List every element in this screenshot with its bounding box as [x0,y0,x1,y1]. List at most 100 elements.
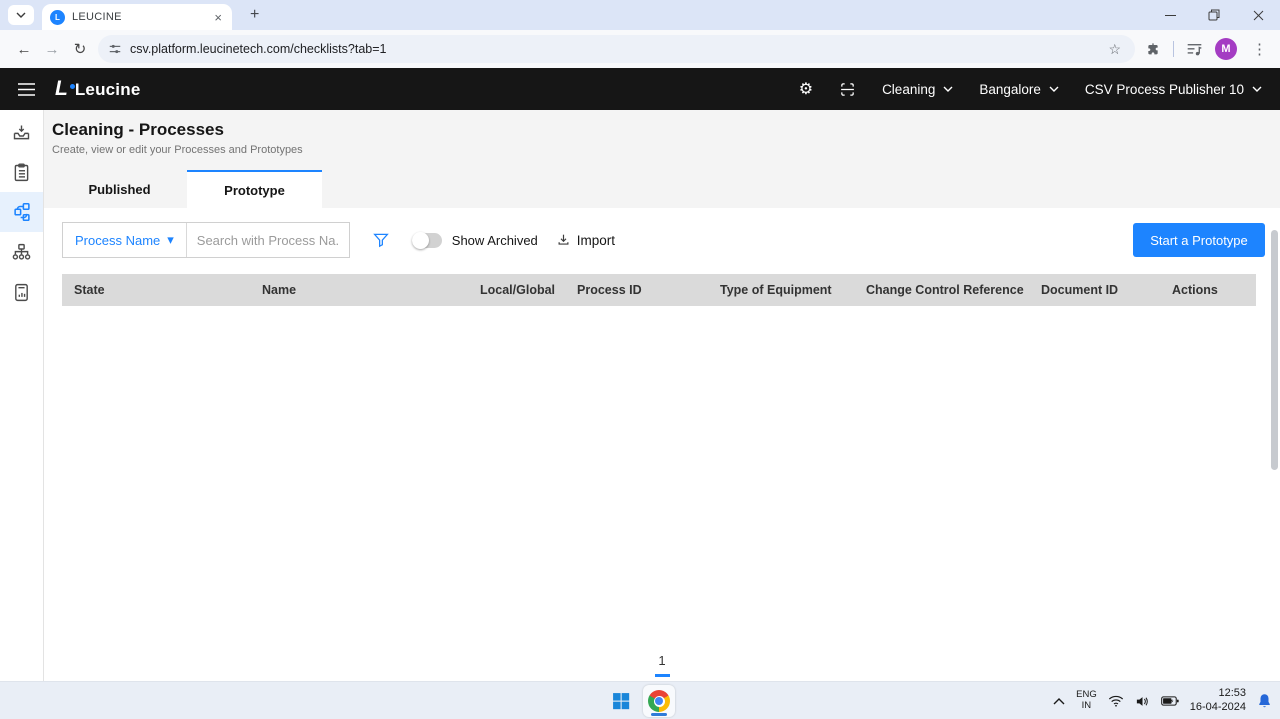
tab-prototype[interactable]: Prototype [187,170,322,208]
checklist-icon [11,162,32,183]
toggle-knob [412,232,429,249]
browser-tabstrip: L LEUCINE × + [0,0,1280,30]
table-toolbar: Process Name ▾ Show Archived Import [62,222,1265,258]
extensions-icon[interactable] [1145,41,1161,57]
chrome-icon [648,690,670,712]
clock[interactable]: 12:53 16-04-2024 [1190,687,1246,715]
table-panel: Process Name ▾ Show Archived Import [44,208,1280,681]
process-flow-icon [11,201,33,223]
new-tab-button[interactable]: + [246,6,263,24]
wifi-icon[interactable] [1108,695,1124,707]
start-prototype-button[interactable]: Start a Prototype [1133,223,1265,257]
app-logo: L Leucine [55,77,140,101]
search-input[interactable] [187,223,349,257]
column-header: Document ID [1041,283,1172,297]
app-header-right: ⚙ Cleaning Bangalore CSV Process Publish… [799,79,1262,99]
chevron-down-icon [16,12,26,18]
main-area: Cleaning - Processes Create, view or edi… [0,110,1280,681]
scan-icon[interactable] [839,81,856,98]
tray-expand-icon[interactable] [1053,698,1065,705]
page-subtitle: Create, view or edit your Processes and … [52,144,1280,156]
bookmark-star-icon[interactable]: ☆ [1104,41,1125,58]
page-content: Cleaning - Processes Create, view or edi… [44,110,1280,681]
use-case-dropdown[interactable]: Cleaning [882,82,953,97]
tab-published[interactable]: Published [52,170,187,208]
minimize-icon [1165,10,1176,21]
close-tab-icon[interactable]: × [212,10,224,25]
reload-button[interactable]: ↻ [66,35,94,63]
toolbar-right: M ⋮ [1145,38,1270,60]
window-controls [1148,0,1280,30]
sidebar-item-inbox[interactable] [0,112,43,152]
facility-dropdown[interactable]: Bangalore [979,82,1059,97]
back-button[interactable]: ← [10,35,38,63]
system-tray: ENG IN 12:53 16-04-2024 [1053,682,1272,719]
column-header: State [62,283,262,297]
settings-gear-icon[interactable]: ⚙ [799,79,813,99]
sidebar-item-reports[interactable] [0,272,43,312]
import-download-icon [556,232,571,248]
language-indicator[interactable]: ENG IN [1076,690,1097,712]
search-combo: Process Name ▾ [62,222,350,258]
app-header: L Leucine ⚙ Cleaning Bangalore CSV Proce… [0,68,1280,110]
start-button[interactable] [605,685,637,717]
chrome-taskbar-button[interactable] [643,685,675,717]
chevron-down-icon [1252,86,1262,92]
close-window-button[interactable] [1236,0,1280,30]
sidebar-item-checklists[interactable] [0,152,43,192]
browser-toolbar: ← → ↻ csv.platform.leucinetech.com/check… [0,30,1280,68]
browser-menu-icon[interactable]: ⋮ [1249,40,1270,58]
address-bar[interactable]: csv.platform.leucinetech.com/checklists?… [98,35,1135,63]
column-header: Actions [1172,283,1256,297]
caret-down-icon: ▾ [167,232,174,248]
table-header-row: StateNameLocal/GlobalProcess IDType of E… [62,274,1256,306]
report-device-icon [11,282,32,303]
view-tabs: Published Prototype [44,170,1280,208]
toolbar-divider [1173,41,1174,57]
leucine-logo-icon: L [55,77,75,101]
time-text: 12:53 [1190,687,1246,701]
inbox-icon [11,122,32,143]
close-icon [1253,10,1264,21]
column-header: Change Control Reference [866,283,1041,297]
media-controls-icon[interactable] [1186,42,1203,57]
tab-title: LEUCINE [72,11,212,23]
column-header: Name [262,283,480,297]
maximize-button[interactable] [1192,0,1236,30]
site-settings-icon [108,42,122,56]
search-field-dropdown[interactable]: Process Name ▾ [63,223,187,257]
sidebar-item-processes[interactable] [0,192,43,232]
show-archived-label: Show Archived [452,233,538,248]
screen: L LEUCINE × + ← → ↻ csv.platform.leucine… [0,0,1280,719]
notification-bell-icon[interactable] [1257,693,1272,709]
windows-logo-icon [611,691,631,711]
tab-search-button[interactable] [8,5,34,25]
forward-button[interactable]: → [38,35,66,63]
user-role-dropdown[interactable]: CSV Process Publisher 10 [1085,82,1262,97]
import-button[interactable]: Import [556,232,615,248]
sidebar [0,110,44,681]
minimize-button[interactable] [1148,0,1192,30]
url-text: csv.platform.leucinetech.com/checklists?… [130,42,1104,56]
site-favicon-icon: L [50,10,65,25]
battery-icon[interactable] [1161,695,1179,707]
page-title: Cleaning - Processes [52,120,1280,140]
volume-icon[interactable] [1135,695,1150,708]
column-header: Process ID [577,283,720,297]
sidebar-item-org-structure[interactable] [0,232,43,272]
scrollbar-thumb[interactable] [1271,230,1278,470]
taskbar-center [605,682,675,719]
open-app-indicator [651,713,667,716]
page-number[interactable]: 1 [44,653,1280,668]
profile-avatar[interactable]: M [1215,38,1237,60]
page-indicator [655,674,670,677]
org-chart-icon [11,242,32,263]
filter-funnel-icon[interactable] [372,231,390,249]
show-archived-toggle[interactable] [412,233,442,248]
hamburger-menu-icon[interactable] [18,83,35,96]
chevron-down-icon [1049,86,1059,92]
chevron-down-icon [943,86,953,92]
browser-tab[interactable]: L LEUCINE × [42,4,232,30]
column-header: Type of Equipment [720,283,866,297]
column-header: Local/Global [480,283,577,297]
